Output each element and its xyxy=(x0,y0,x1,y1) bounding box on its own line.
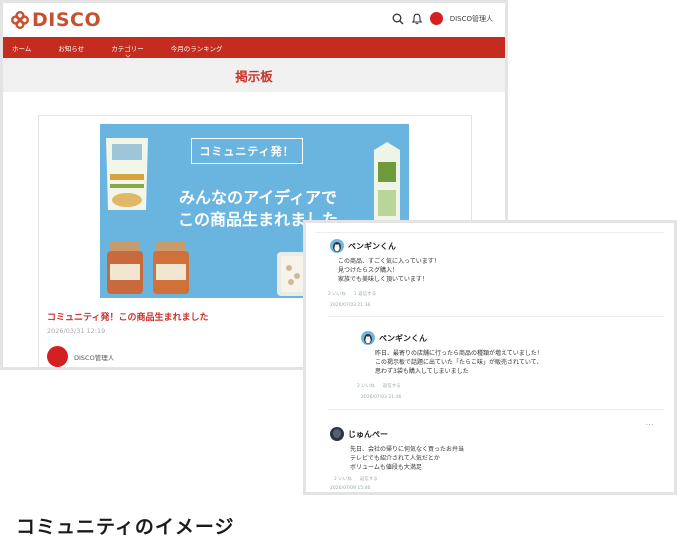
comment-body: 先日、会社の帰りに何気なく買ったお弁当 テレビでも紹介されて人気だとか ボリュー… xyxy=(330,445,660,472)
main-nav: ホーム お知らせ カテゴリー 今月のランキング xyxy=(3,37,505,58)
chips-bag-illustration xyxy=(106,138,148,210)
header-tools: DISCO管理人 xyxy=(392,12,493,25)
comment-body: この商品、すごく気に入っています！ 見つけたらスグ購入！ 家族でも美味しく頂いて… xyxy=(330,257,660,284)
comment-line: 見つけたらスグ購入！ xyxy=(338,267,399,274)
divider xyxy=(328,316,664,317)
jar-illustration xyxy=(107,242,143,294)
logo-text: DISCO xyxy=(32,9,102,31)
divider xyxy=(328,409,664,410)
comment-line: この掲示板で話題に出ていた「たらこ味」が販売されていて、 xyxy=(375,359,543,366)
comment-line: テレビでも紹介されて人気だとか xyxy=(350,455,440,462)
page-title-bar: 掲示板 xyxy=(3,58,505,92)
nav-category[interactable]: カテゴリー xyxy=(111,43,144,58)
comment-line: 家族でも美味しく頂いています！ xyxy=(338,276,428,283)
post-title[interactable]: コミュニティ発！この商品生まれました xyxy=(47,310,208,323)
comment-body: 昨日、最寄りの店舗に行ったら商品の種類が増えていました！ この掲示板で話題に出て… xyxy=(361,349,661,376)
author-avatar xyxy=(47,346,68,367)
comment-date: 2026/07/03 21:36 xyxy=(330,303,371,308)
bell-icon[interactable] xyxy=(411,13,423,25)
like-button[interactable]: 2 いいね xyxy=(328,291,346,297)
comment: じゅんぺー 先日、会社の帰りに何気なく買ったお弁当 テレビでも紹介されて人気だと… xyxy=(330,427,660,491)
logo-mark-icon xyxy=(11,11,29,29)
penguin-avatar-icon xyxy=(330,239,344,253)
divider xyxy=(316,232,664,233)
comment-header: じゅんぺー xyxy=(330,427,660,441)
comment-header: ペンギンくん xyxy=(361,331,661,345)
like-button[interactable]: 2 いいね xyxy=(334,476,352,482)
post-author[interactable]: DISCO管理人 xyxy=(47,346,114,367)
chevron-down-icon xyxy=(125,51,131,58)
comment-author[interactable]: ペンギンくん xyxy=(379,333,427,344)
comment-line: ボリュームも値段も大満足 xyxy=(350,464,422,471)
comments-screen: ペンギンくん この商品、すごく気に入っています！ 見つけたらスグ購入！ 家族でも… xyxy=(303,220,677,495)
comment-actions: 2 いいね 返信する xyxy=(334,476,660,482)
jar-illustration xyxy=(153,242,189,294)
comment-reply: ペンギンくん 昨日、最寄りの店舗に行ったら商品の種類が増えていました！ この掲示… xyxy=(357,331,661,400)
nav-news[interactable]: お知らせ xyxy=(58,43,84,53)
comment-date: 2026/07/03 21:36 xyxy=(361,395,402,400)
comment-header: ペンギンくん xyxy=(330,239,660,253)
comment-line: 昨日、最寄りの店舗に行ったら商品の種類が増えていました！ xyxy=(375,350,543,357)
comment-actions: 2 いいね 1 返信する xyxy=(328,291,660,297)
reply-button[interactable]: 1 返信する xyxy=(354,291,376,297)
figure-caption: コミュニティのイメージ xyxy=(16,516,235,538)
reply-button[interactable]: 返信する xyxy=(383,383,401,389)
nav-home[interactable]: ホーム xyxy=(12,43,31,53)
carton-illustration xyxy=(374,142,400,226)
penguin-avatar-icon xyxy=(361,331,375,345)
reply-button[interactable]: 返信する xyxy=(360,476,378,482)
nav-ranking[interactable]: 今月のランキング xyxy=(171,43,223,53)
comment-line: 思わず3袋も購入してしまいました xyxy=(375,368,469,375)
post-date: 2026/03/31 12:19 xyxy=(47,327,106,335)
logo[interactable]: DISCO xyxy=(11,9,101,31)
comment-author[interactable]: じゅんぺー xyxy=(348,429,388,440)
banner-headline-1: みんなのアイディアで xyxy=(178,188,338,207)
comment-line: 先日、会社の帰りに何気なく買ったお弁当 xyxy=(350,446,465,453)
page-title: 掲示板 xyxy=(235,68,273,84)
comment: ペンギンくん この商品、すごく気に入っています！ 見つけたらスグ購入！ 家族でも… xyxy=(328,239,660,308)
author-name: DISCO管理人 xyxy=(74,353,115,362)
search-icon[interactable] xyxy=(392,13,404,25)
like-button[interactable]: 2 いいね xyxy=(357,383,375,389)
banner-badge: コミュニティ発！ xyxy=(191,138,303,164)
user-avatar[interactable] xyxy=(429,12,443,25)
comment-date: 2026/07/09 15:46 xyxy=(330,486,371,491)
comment-author[interactable]: ペンギンくん xyxy=(348,241,396,252)
site-header: DISCO DISCO管理人 xyxy=(3,3,505,37)
header-user-name[interactable]: DISCO管理人 xyxy=(450,14,493,24)
user-avatar xyxy=(330,427,344,441)
comment-line: この商品、すごく気に入っています！ xyxy=(338,258,440,265)
comment-actions: 2 いいね 返信する xyxy=(357,383,661,389)
